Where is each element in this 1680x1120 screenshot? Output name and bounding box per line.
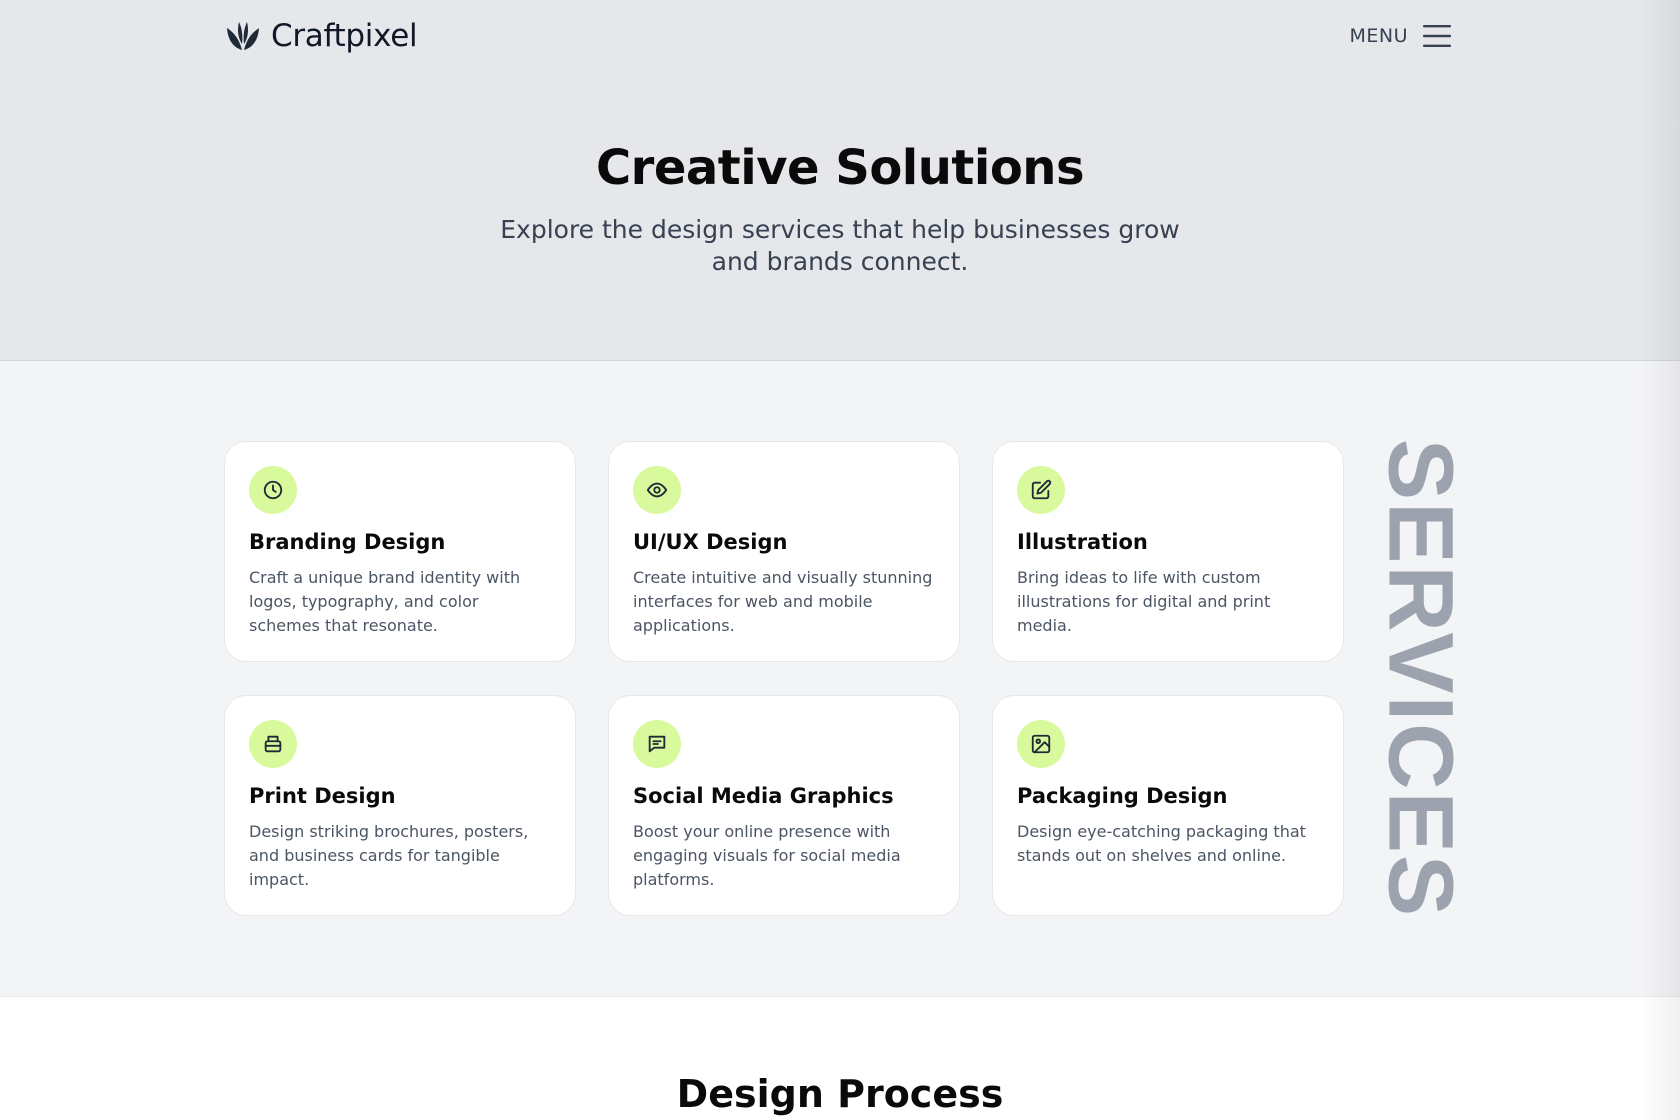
service-card-branding[interactable]: Branding Design Craft a unique brand ide… [224, 441, 576, 662]
services-vertical-label: SERVICES [1370, 438, 1472, 918]
service-card-uiux[interactable]: UI/UX Design Create intuitive and visual… [608, 441, 960, 662]
image-icon [1031, 734, 1051, 754]
menu-button[interactable]: MENU [1349, 20, 1452, 52]
brand-name: Craftpixel [271, 18, 418, 54]
menu-label: MENU [1349, 25, 1408, 47]
pencil-square-icon [1031, 479, 1052, 500]
service-description: Craft a unique brand identity with logos… [249, 568, 521, 635]
services-section: Branding Design Craft a unique brand ide… [0, 361, 1680, 997]
service-title: UI/UX Design [633, 530, 788, 554]
service-icon-badge [1017, 466, 1065, 514]
service-title: Illustration [1017, 530, 1148, 554]
service-title: Social Media Graphics [633, 784, 894, 808]
service-title: Print Design [249, 784, 396, 808]
process-section-title: Design Process [676, 1072, 1004, 1116]
clock-icon [263, 480, 283, 500]
service-icon-badge [249, 466, 297, 514]
page-subtitle: Explore the design services that help bu… [500, 215, 1180, 276]
top-nav: Craftpixel MENU [0, 0, 1680, 72]
service-description: Boost your online presence with engaging… [633, 822, 901, 889]
service-card-social[interactable]: Social Media Graphics Boost your online … [608, 695, 960, 916]
service-description: Design striking brochures, posters, and … [249, 822, 529, 889]
page-title: Creative Solutions [595, 140, 1085, 196]
service-card-illustration[interactable]: Illustration Bring ideas to life with cu… [992, 441, 1344, 662]
printer-icon [264, 735, 282, 753]
hero-section: Craftpixel MENU Creative Solutions Explo… [0, 0, 1680, 361]
service-description: Bring ideas to life with custom illustra… [1017, 568, 1271, 635]
service-title: Packaging Design [1017, 784, 1228, 808]
page: Craftpixel MENU Creative Solutions Explo… [0, 0, 1680, 1120]
service-card-print[interactable]: Print Design Design striking brochures, … [224, 695, 576, 916]
service-icon-badge [633, 466, 681, 514]
service-title: Branding Design [249, 530, 446, 554]
brand-logo-link[interactable]: Craftpixel [225, 16, 418, 56]
message-icon [648, 735, 666, 753]
service-description: Create intuitive and visually stunning i… [633, 568, 933, 635]
service-icon-badge [1017, 720, 1065, 768]
hamburger-icon [1423, 25, 1451, 47]
service-icon-badge [249, 720, 297, 768]
services-label-text: SERVICES [1369, 438, 1472, 918]
service-icon-badge [633, 720, 681, 768]
service-description: Design eye-catching packaging that stand… [1017, 822, 1306, 865]
eye-icon [646, 482, 668, 498]
service-card-packaging[interactable]: Packaging Design Design eye-catching pac… [992, 695, 1344, 916]
leaf-wings-icon [227, 22, 259, 50]
